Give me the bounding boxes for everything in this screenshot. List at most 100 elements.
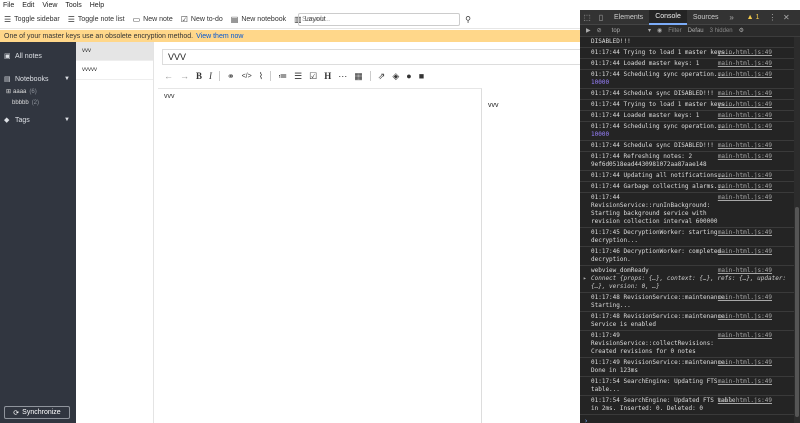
plus-square-icon[interactable]: ⊞	[6, 88, 11, 95]
more-tabs-icon[interactable]: »	[725, 13, 739, 22]
menu-view[interactable]: View	[42, 2, 57, 9]
clear-console-icon[interactable]: ⊘	[597, 27, 602, 34]
bullet-list-icon[interactable]: ☰	[294, 71, 302, 82]
log-source-link[interactable]: main-html.js:49	[718, 153, 772, 161]
log-source-link[interactable]: main-html.js:49	[718, 332, 772, 340]
console-log-entry: 01:17:54 SearchEngine: Updating FTS tabl…	[580, 377, 794, 396]
close-icon[interactable]: ✕	[779, 13, 793, 22]
info-icon[interactable]: ●	[406, 71, 411, 81]
expand-triangle-icon[interactable]: ▸	[583, 275, 587, 283]
log-source-link[interactable]: main-html.js:49	[718, 378, 772, 386]
editor-text[interactable]: vvv	[164, 93, 175, 100]
bold-icon[interactable]: B	[196, 71, 202, 81]
console-log-entry: 01:17:44 Trying to load 1 master keys...…	[580, 100, 794, 111]
search-icon[interactable]: ⚲	[462, 13, 474, 26]
toggle-sidebar-button[interactable]: ☰ Toggle sidebar	[4, 15, 60, 24]
log-source-link[interactable]: main-html.js:49	[718, 359, 772, 367]
log-source-link[interactable]: main-html.js:49	[718, 60, 772, 68]
toolbar-separator	[369, 71, 371, 81]
link-icon[interactable]: ⚭	[227, 71, 235, 82]
attachment-icon[interactable]: ⌇	[259, 71, 263, 82]
console-toolbar: ▶ ⊘ top ▾ ◉ Filter Defau 3 hidden ⚙	[580, 25, 800, 37]
calendar-icon[interactable]: ▦	[354, 71, 363, 82]
console-log-entry: 01:17:44 Scheduling sync operation... 100…	[580, 70, 794, 89]
log-object[interactable]: Connect {props: {…}, context: {…}, refs:…	[591, 275, 790, 291]
console-prompt[interactable]: ›	[580, 415, 794, 423]
new-todo-button[interactable]: ☑ New to-do	[181, 15, 223, 24]
code-icon[interactable]: </>	[242, 73, 252, 80]
menu-file[interactable]: File	[3, 2, 14, 9]
list-item[interactable]: vvv	[76, 42, 153, 61]
log-source-link[interactable]: main-html.js:49	[718, 294, 772, 302]
console-scrollbar[interactable]	[794, 37, 800, 423]
new-notebook-button[interactable]: ▤ New notebook	[231, 15, 286, 24]
scrollbar-thumb[interactable]	[795, 207, 799, 417]
chevron-down-icon[interactable]: ▾	[648, 27, 651, 34]
joplin-app: File Edit View Tools Help ☰ Toggle sideba…	[0, 0, 580, 423]
italic-icon[interactable]: I	[209, 71, 212, 81]
tab-elements[interactable]: Elements	[608, 10, 649, 25]
settings-icon[interactable]: ⚙	[739, 27, 744, 34]
levels-select[interactable]: Defau	[688, 28, 704, 34]
log-source-link[interactable]: main-html.js:49	[718, 313, 772, 321]
inspect-icon[interactable]: ⬚	[580, 13, 594, 22]
menu-help[interactable]: Help	[90, 2, 104, 9]
log-source-link[interactable]: main-html.js:49	[718, 112, 772, 120]
log-source-link[interactable]: main-html.js:49	[718, 194, 772, 202]
sidebar-notebook-aaaa[interactable]: ⊞ aaaa (6)	[0, 86, 76, 97]
more-options-icon[interactable]: ⋮	[765, 13, 779, 22]
log-source-link[interactable]: main-html.js:49	[718, 49, 772, 57]
editor-pane[interactable]: vvv	[158, 88, 482, 423]
new-note-button[interactable]: ▭ New note	[133, 15, 173, 24]
search-input[interactable]: Search...	[298, 13, 460, 26]
log-source-link[interactable]: main-html.js:49	[718, 101, 772, 109]
numbered-list-icon[interactable]: ≔	[278, 71, 287, 82]
warning-badge[interactable]: ▲ 1	[747, 14, 760, 21]
toggle-note-list-button[interactable]: ☰ Toggle note list	[68, 15, 125, 24]
external-edit-icon[interactable]: ⇗	[378, 71, 386, 82]
toggle-editor-icon[interactable]: ■	[419, 71, 424, 81]
menu-edit[interactable]: Edit	[22, 2, 34, 9]
log-message: DISABLED!!!	[591, 38, 631, 45]
context-select[interactable]: top	[612, 28, 620, 34]
log-source-link[interactable]: main-html.js:49	[718, 248, 772, 256]
sidebar-notebooks-header[interactable]: ▤ Notebooks ▼	[0, 72, 76, 86]
sidebar-all-notes[interactable]: ▣ All notes	[0, 49, 76, 63]
log-source-link[interactable]: main-html.js:49	[718, 90, 772, 98]
chevron-down-icon[interactable]: ▼	[64, 117, 70, 123]
synchronize-button[interactable]: ⟳ Synchronize	[4, 406, 70, 419]
tags-icon[interactable]: ◈	[392, 71, 399, 82]
back-icon[interactable]: ←	[164, 71, 173, 81]
sidebar-notebook-bbbbb[interactable]: bbbbb (2)	[0, 97, 76, 108]
sidebar-tags-header[interactable]: ◆ Tags ▼	[0, 113, 76, 127]
devtools-panel: ⬚ ▯ Elements Console Sources » ▲ 1 ⋮ ✕ ▶…	[580, 10, 800, 423]
filter-input[interactable]: Filter	[668, 28, 681, 34]
log-source-link[interactable]: main-html.js:49	[718, 123, 772, 131]
log-source-link[interactable]: main-html.js:49	[718, 183, 772, 191]
console-output[interactable]: DISABLED!!! 01:17:44 Trying to load 1 mas…	[580, 37, 794, 423]
horizontal-rule-icon[interactable]: ⋯	[338, 71, 347, 82]
log-source-link[interactable]: main-html.js:49	[718, 267, 772, 275]
console-log-entry: webview_domReady ▸ Connect {props: {…}, co…	[580, 266, 794, 293]
checkbox-icon: ☑	[180, 14, 188, 24]
device-icon[interactable]: ▯	[594, 13, 608, 22]
view-keys-link[interactable]: View them now	[196, 33, 243, 40]
chevron-down-icon[interactable]: ▼	[64, 76, 70, 82]
sidebar-toggle-icon[interactable]: ▶	[586, 27, 591, 34]
log-source-link[interactable]: main-html.js:49	[718, 229, 772, 237]
log-source-link[interactable]: main-html.js:49	[718, 397, 772, 405]
tab-sources[interactable]: Sources	[687, 10, 725, 25]
console-log-entry: 01:17:49 RevisionService::collectRevisio…	[580, 331, 794, 358]
checkbox-list-icon[interactable]: ☑	[309, 71, 317, 82]
list-item[interactable]: vvvvv	[76, 61, 153, 80]
log-source-link[interactable]: main-html.js:49	[718, 172, 772, 180]
new-note-icon: ▭	[132, 14, 141, 24]
tab-console[interactable]: Console	[649, 10, 687, 25]
forward-icon[interactable]: →	[180, 71, 189, 81]
log-source-link[interactable]: main-html.js:49	[718, 71, 772, 79]
heading-icon[interactable]: H	[324, 71, 331, 81]
eye-icon[interactable]: ◉	[657, 27, 662, 34]
menu-tools[interactable]: Tools	[65, 2, 81, 9]
note-title-input[interactable]: VVV	[162, 49, 580, 65]
log-source-link[interactable]: main-html.js:49	[718, 142, 772, 150]
